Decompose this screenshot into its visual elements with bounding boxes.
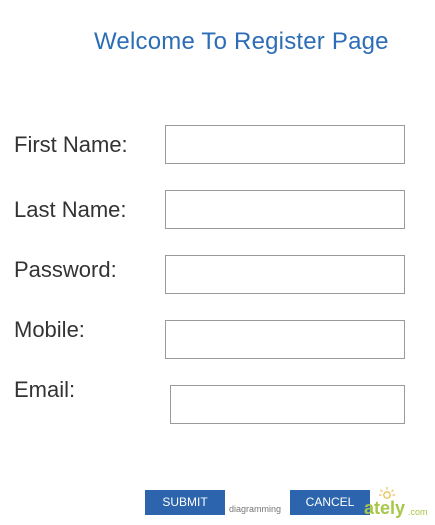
email-field[interactable]: [170, 385, 405, 424]
cancel-button[interactable]: CANCEL: [290, 490, 370, 515]
register-page: Welcome To Register Page First Name: Las…: [0, 0, 435, 525]
password-field[interactable]: [165, 255, 405, 294]
watermark-diagramming-text: diagramming: [229, 504, 282, 514]
password-label: Password:: [14, 257, 117, 282]
email-label: Email:: [14, 377, 76, 402]
submit-button[interactable]: SUBMIT: [145, 490, 225, 515]
page-title: Welcome To Register Page: [94, 28, 389, 55]
mobile-field[interactable]: [165, 320, 405, 359]
watermark-domain-text: .com: [408, 507, 428, 517]
first-name-label: First Name:: [14, 132, 128, 157]
watermark-brand-text: ately: [364, 498, 406, 518]
first-name-field[interactable]: [165, 125, 405, 164]
mobile-label: Mobile:: [14, 317, 85, 342]
last-name-field[interactable]: [165, 190, 405, 229]
last-name-label: Last Name:: [14, 197, 127, 222]
